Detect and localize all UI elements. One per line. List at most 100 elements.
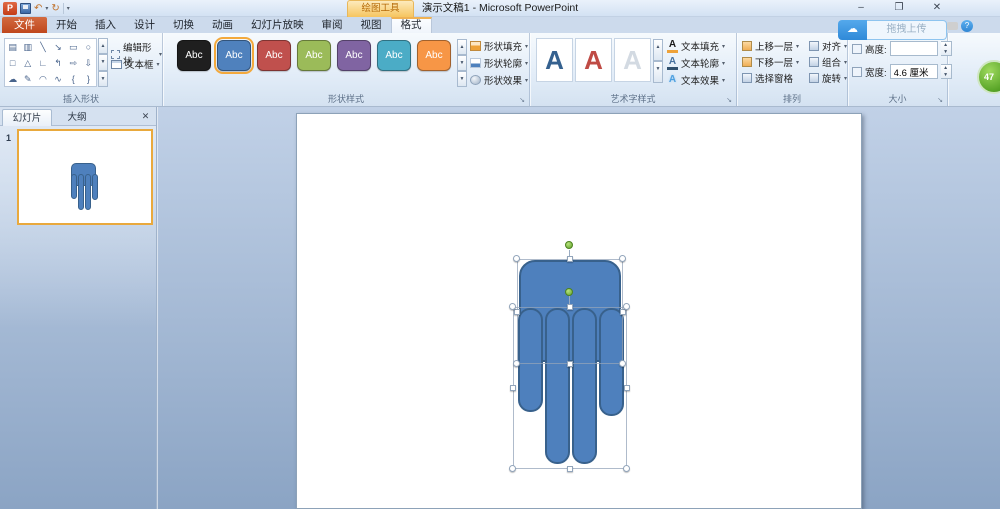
- shape-icon[interactable]: □: [5, 55, 20, 71]
- shape-icon[interactable]: ▭: [66, 39, 81, 55]
- shape-style-option[interactable]: Abc: [337, 40, 371, 71]
- width-input[interactable]: [890, 64, 938, 79]
- shape-icon[interactable]: ○: [81, 39, 96, 55]
- shape-outline-button[interactable]: 形状轮廓▾: [470, 56, 528, 70]
- resize-handle[interactable]: [513, 360, 520, 367]
- shape-style-option[interactable]: Abc: [417, 40, 451, 71]
- shape-icon[interactable]: ⇨: [66, 55, 81, 71]
- resize-handle[interactable]: [509, 303, 516, 310]
- width-spinner[interactable]: ▲▼: [941, 64, 952, 79]
- wordart-style-option[interactable]: A: [614, 38, 651, 82]
- customize-qat-icon[interactable]: ▾: [67, 5, 70, 12]
- shape-icon[interactable]: ╲: [35, 39, 50, 55]
- tab-slideshow[interactable]: 幻灯片放映: [242, 17, 313, 33]
- shape-icon[interactable]: {: [66, 71, 81, 87]
- save-icon[interactable]: [20, 3, 31, 14]
- scroll-up-icon[interactable]: ▲: [457, 39, 467, 55]
- shape-icon[interactable]: △: [20, 55, 35, 71]
- undo-dropdown-icon[interactable]: ▾: [45, 5, 48, 12]
- resize-handle[interactable]: [513, 255, 520, 262]
- shape-icon[interactable]: ⇩: [81, 55, 96, 71]
- send-backward-button[interactable]: 下移一层▾: [742, 55, 799, 69]
- resize-handle[interactable]: [619, 360, 626, 367]
- shape-icon[interactable]: ∿: [51, 71, 66, 87]
- tab-slides[interactable]: 幻灯片: [2, 109, 52, 126]
- rotate-button[interactable]: 旋转▾: [809, 71, 847, 85]
- shape-style-option[interactable]: Abc: [257, 40, 291, 71]
- wordart-style-option[interactable]: A: [575, 38, 612, 82]
- resize-handle[interactable]: [623, 303, 630, 310]
- shape-icon[interactable]: ▤: [5, 39, 20, 55]
- scroll-down-icon[interactable]: ▼: [457, 55, 467, 71]
- resize-handle[interactable]: [567, 256, 573, 262]
- height-spinner[interactable]: ▲▼: [941, 41, 952, 56]
- resize-handle[interactable]: [567, 304, 573, 310]
- powerpoint-logo-icon[interactable]: P: [3, 2, 17, 15]
- gallery-more-icon[interactable]: ▼: [457, 71, 467, 87]
- tab-insert[interactable]: 插入: [86, 17, 125, 33]
- shape-style-option[interactable]: Abc: [177, 40, 211, 71]
- selection-pane-button[interactable]: 选择窗格: [742, 71, 793, 85]
- align-button[interactable]: 对齐▾: [809, 39, 847, 53]
- tab-file[interactable]: 文件: [2, 17, 47, 33]
- shape-fill-button[interactable]: 形状填充▾: [470, 39, 528, 53]
- shape-icon[interactable]: ↰: [51, 55, 66, 71]
- shape-style-option[interactable]: Abc: [297, 40, 331, 71]
- wordart-style-option[interactable]: A: [536, 38, 573, 82]
- resize-handle[interactable]: [514, 309, 520, 315]
- scroll-up-icon[interactable]: ▲: [98, 38, 108, 54]
- slide-canvas[interactable]: [296, 113, 862, 509]
- gallery-more-icon[interactable]: ▼: [653, 61, 663, 83]
- tab-view[interactable]: 视图: [352, 17, 391, 33]
- shape-icon[interactable]: ◠: [35, 71, 50, 87]
- scroll-up-icon[interactable]: ▲: [653, 39, 663, 61]
- shape-effects-button[interactable]: 形状效果▾: [470, 73, 528, 87]
- shape-icon[interactable]: ▥: [20, 39, 35, 55]
- scroll-down-icon[interactable]: ▼: [98, 54, 108, 70]
- overlay-handle[interactable]: [947, 22, 958, 30]
- resize-handle[interactable]: [623, 465, 630, 472]
- close-button[interactable]: ✕: [920, 0, 954, 16]
- text-box-button[interactable]: 文本框 ▾: [111, 57, 160, 71]
- tab-format[interactable]: 格式: [391, 17, 432, 33]
- resize-handle[interactable]: [619, 255, 626, 262]
- tab-review[interactable]: 审阅: [313, 17, 352, 33]
- gallery-more-icon[interactable]: ▼: [98, 71, 108, 87]
- cloud-upload-icon[interactable]: ☁: [838, 20, 867, 40]
- text-fill-button[interactable]: A文本填充▾: [667, 39, 725, 53]
- resize-handle[interactable]: [567, 466, 573, 472]
- resize-handle[interactable]: [509, 465, 516, 472]
- rotate-handle[interactable]: [565, 241, 573, 249]
- tab-animations[interactable]: 动画: [203, 17, 242, 33]
- undo-icon[interactable]: ↶: [34, 1, 42, 16]
- bring-forward-button[interactable]: 上移一层▾: [742, 39, 799, 53]
- rotate-handle[interactable]: [565, 288, 573, 296]
- shape-icon[interactable]: ✎: [20, 71, 35, 87]
- height-input[interactable]: [890, 41, 938, 56]
- help-icon[interactable]: ?: [961, 20, 973, 32]
- tab-outline[interactable]: 大纲: [54, 109, 100, 126]
- minimize-button[interactable]: –: [844, 0, 878, 16]
- close-panel-icon[interactable]: ✕: [139, 110, 152, 123]
- text-outline-button[interactable]: A文本轮廓▾: [667, 56, 725, 70]
- resize-handle[interactable]: [624, 385, 630, 391]
- thumbnail-shape-finger: [71, 174, 77, 199]
- shape-style-option[interactable]: Abc: [377, 40, 411, 71]
- shape-icon[interactable]: }: [81, 71, 96, 87]
- redo-icon[interactable]: ↻: [51, 1, 59, 16]
- group-button[interactable]: 组合▾: [809, 55, 847, 69]
- shape-icon[interactable]: ↘: [51, 39, 66, 55]
- slide-thumbnail[interactable]: [17, 129, 153, 225]
- tab-transitions[interactable]: 切换: [164, 17, 203, 33]
- chevron-down-icon: ▾: [844, 43, 847, 50]
- resize-handle[interactable]: [567, 361, 573, 367]
- text-effects-button[interactable]: A文本效果▾: [667, 73, 725, 87]
- resize-handle[interactable]: [510, 385, 516, 391]
- shape-icon[interactable]: ∟: [35, 55, 50, 71]
- tab-design[interactable]: 设计: [125, 17, 164, 33]
- drag-upload-widget[interactable]: ☁ 拖拽上传: [838, 20, 947, 40]
- shape-icon[interactable]: ☁: [5, 71, 20, 87]
- maximize-button[interactable]: ❐: [882, 0, 916, 16]
- shape-style-option-selected[interactable]: Abc: [217, 40, 251, 71]
- tab-home[interactable]: 开始: [47, 17, 86, 33]
